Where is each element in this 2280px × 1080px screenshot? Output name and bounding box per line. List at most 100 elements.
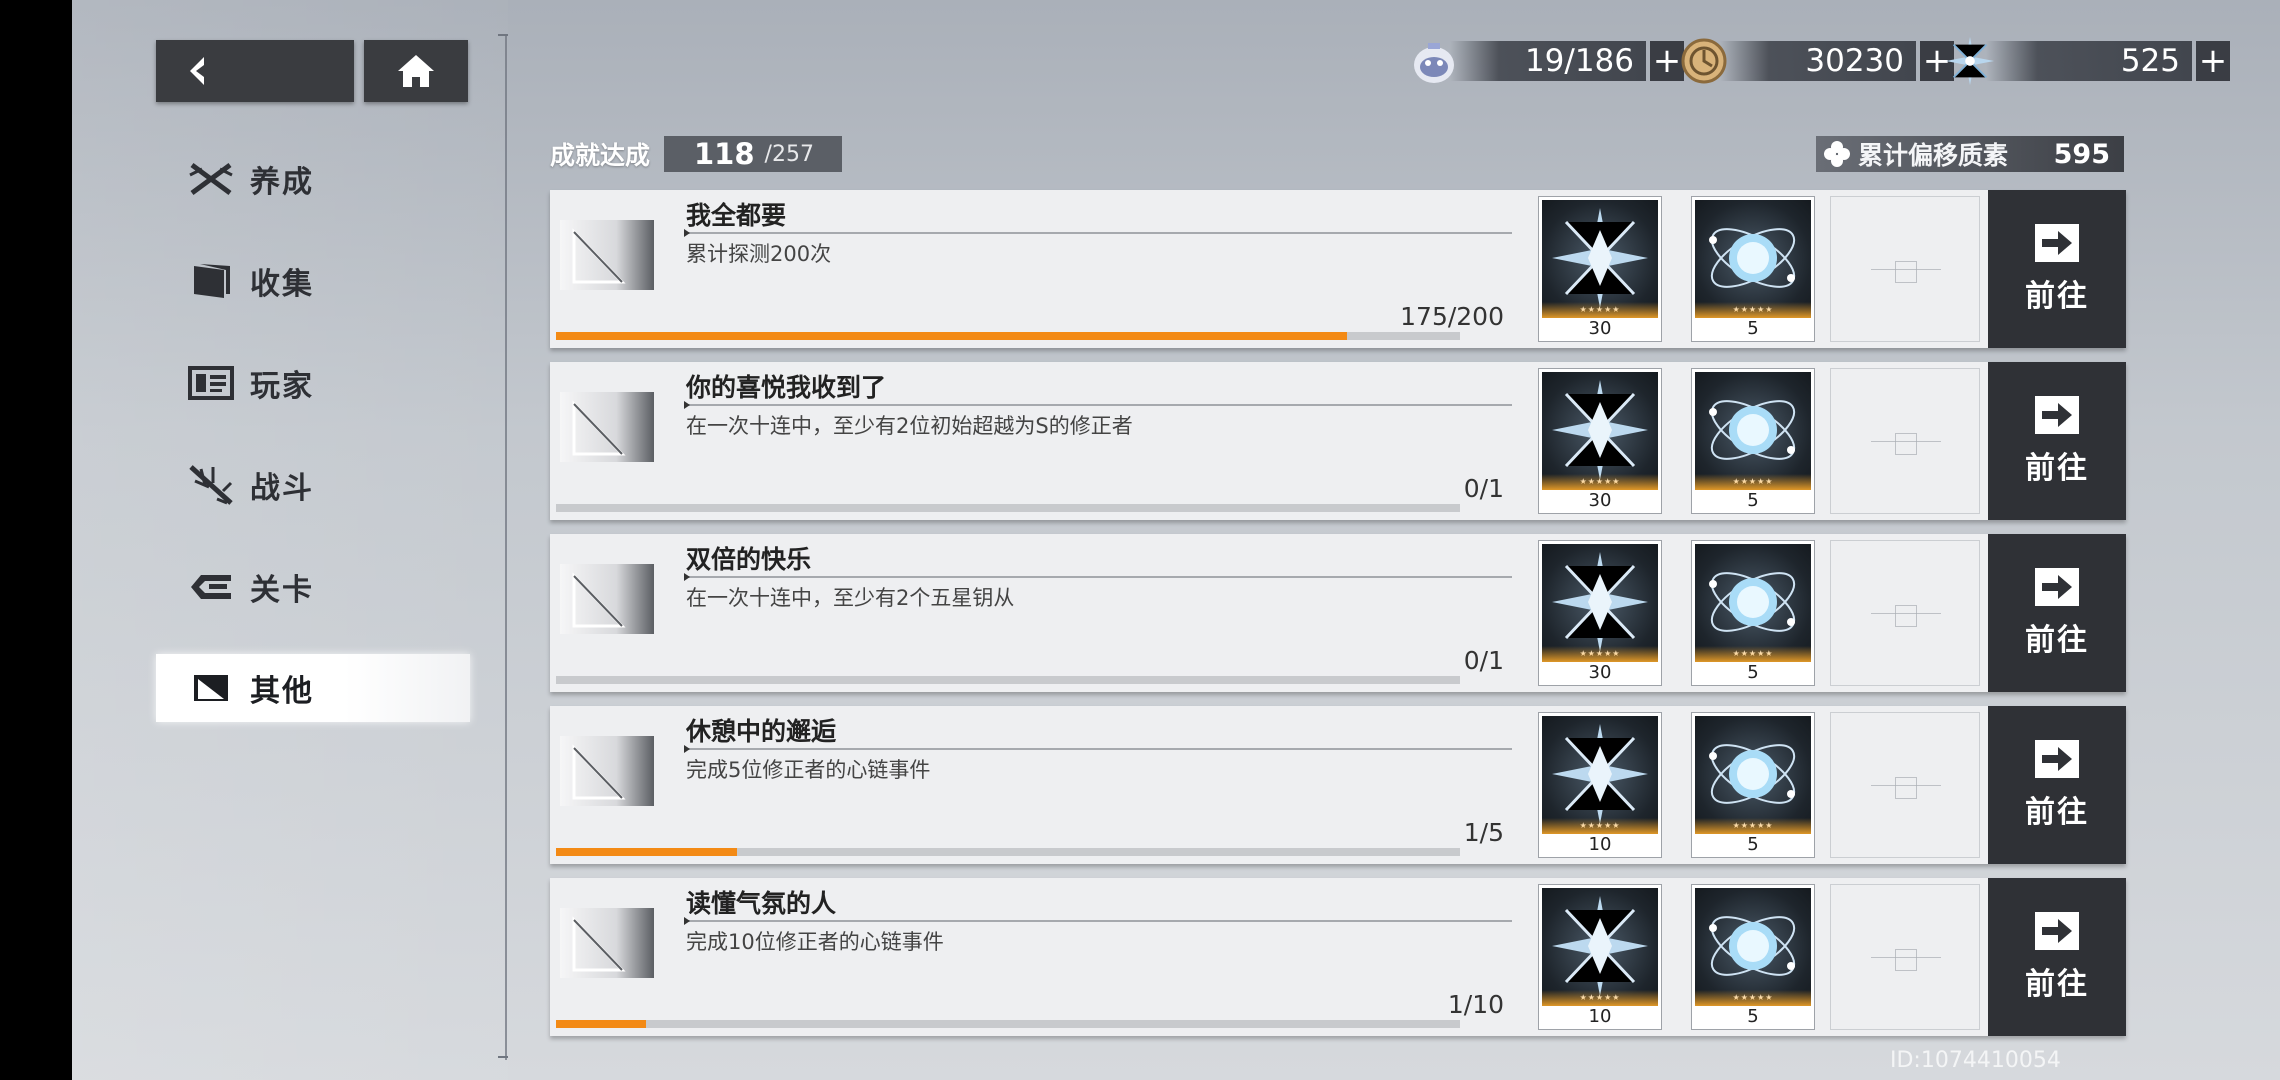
achievement-card: 休憩中的邂逅 完成5位修正者的心链事件 1/5 ★★★★★ 10 ★★★★★ 5…	[550, 706, 2126, 864]
resource-stamina: 19/186 +	[1408, 36, 1684, 86]
reward-quantity: 5	[1747, 662, 1759, 683]
achievement-thumbnail	[560, 392, 654, 462]
accumulated-value: 595	[2053, 138, 2110, 170]
reward-quantity: 5	[1747, 490, 1759, 511]
energy-orb-icon: ★★★★★	[1695, 716, 1811, 834]
reward-crystal[interactable]: ★★★★★ 10	[1538, 884, 1662, 1030]
crystal-shard-icon: ★★★★★	[1542, 200, 1658, 318]
reward-crystal[interactable]: ★★★★★ 30	[1538, 196, 1662, 342]
reward-quantity: 5	[1747, 834, 1759, 855]
crystal-shard-icon: ★★★★★	[1542, 888, 1658, 1006]
go-button[interactable]: 前往	[1988, 534, 2126, 692]
sidebar-item-other[interactable]: 其他	[156, 654, 470, 722]
achievement-counter: 118 /257	[664, 136, 842, 172]
go-label: 前往	[2025, 967, 2089, 1002]
back-arrow-icon	[190, 57, 204, 85]
sidebar-item-cultivate[interactable]: 养成	[156, 145, 470, 213]
reward-orb[interactable]: ★★★★★ 5	[1691, 540, 1815, 686]
arrow-right-icon	[2035, 912, 2079, 950]
progress-text: 1/10	[1447, 990, 1504, 1019]
go-button[interactable]: 前往	[1988, 362, 2126, 520]
reward-quantity: 10	[1588, 834, 1612, 855]
crystal-shard-icon: ★★★★★	[1542, 544, 1658, 662]
go-label: 前往	[2025, 795, 2089, 830]
reward-crystal[interactable]: ★★★★★ 10	[1538, 712, 1662, 858]
accumulated-panel: 累计偏移质素 595	[1816, 136, 2124, 172]
title-divider	[684, 401, 1512, 409]
player-id: ID:1074410054	[1890, 1048, 2061, 1073]
reward-slot-empty	[1830, 540, 1980, 686]
go-label: 前往	[2025, 623, 2089, 658]
progress-text: 1/5	[1463, 818, 1504, 847]
achievement-card: 双倍的快乐 在一次十连中，至少有2个五星钥从 0/1 ★★★★★ 30 ★★★★…	[550, 534, 2126, 692]
home-icon	[398, 55, 434, 87]
reward-crystal[interactable]: ★★★★★ 30	[1538, 368, 1662, 514]
reward-quantity: 30	[1588, 318, 1612, 339]
progress-bar	[556, 332, 1460, 340]
coin-icon	[1678, 35, 1730, 87]
sidebar-item-label: 养成	[250, 165, 314, 200]
misc-square-icon	[186, 668, 236, 708]
crystal-shard-icon: ★★★★★	[1542, 372, 1658, 490]
achievement-description: 在一次十连中，至少有2位初始超越为S的修正者	[686, 414, 1133, 438]
energy-orb-icon: ★★★★★	[1695, 372, 1811, 490]
reward-quantity: 30	[1588, 490, 1612, 511]
accumulated-label: 累计偏移质素	[1858, 141, 2009, 170]
reward-orb[interactable]: ★★★★★ 5	[1691, 196, 1815, 342]
crossed-swords-icon	[186, 159, 236, 199]
go-button[interactable]: 前往	[1988, 190, 2126, 348]
weapon-icon	[186, 465, 236, 505]
title-divider	[684, 917, 1512, 925]
progress-text: 0/1	[1463, 646, 1504, 675]
reward-orb[interactable]: ★★★★★ 5	[1691, 712, 1815, 858]
sidebar-item-stage[interactable]: 关卡	[156, 553, 470, 621]
divider-tick-bottom	[498, 1056, 508, 1058]
reward-slot-empty	[1830, 884, 1980, 1030]
achievement-count: 118	[694, 137, 755, 171]
add-crystal-button[interactable]: +	[2196, 41, 2230, 81]
title-divider	[684, 229, 1512, 237]
reward-crystal[interactable]: ★★★★★ 30	[1538, 540, 1662, 686]
title-divider	[684, 745, 1512, 753]
sidebar-item-label: 收集	[250, 267, 314, 302]
achievement-thumbnail	[560, 908, 654, 978]
back-button[interactable]	[156, 40, 354, 102]
achievement-title: 我全都要	[686, 201, 787, 230]
achievement-thumbnail	[560, 564, 654, 634]
achievement-title: 读懂气氛的人	[686, 889, 837, 918]
stamina-value: 19/186	[1524, 43, 1634, 79]
go-button[interactable]: 前往	[1988, 706, 2126, 864]
achievement-card: 读懂气氛的人 完成10位修正者的心链事件 1/10 ★★★★★ 10 ★★★★★…	[550, 878, 2126, 1036]
sidebar-item-battle[interactable]: 战斗	[156, 451, 470, 519]
crystal-value: 525	[2120, 43, 2180, 79]
achievement-description: 完成5位修正者的心链事件	[686, 758, 931, 782]
title-divider	[684, 573, 1512, 581]
go-button[interactable]: 前往	[1988, 878, 2126, 1036]
go-label: 前往	[2025, 451, 2089, 486]
reward-orb[interactable]: ★★★★★ 5	[1691, 368, 1815, 514]
reward-slot-empty	[1830, 196, 1980, 342]
arrow-right-icon	[2035, 568, 2079, 606]
coin-value: 30230	[1805, 43, 1904, 79]
progress-bar	[556, 848, 1460, 856]
sidebar-item-player[interactable]: 玩家	[156, 349, 470, 417]
resource-crystal: 525 +	[1944, 36, 2230, 86]
achievement-card: 我全都要 累计探测200次 175/200 ★★★★★ 30 ★★★★★ 5 前…	[550, 190, 2126, 348]
progress-text: 0/1	[1463, 474, 1504, 503]
progress-fill	[556, 1020, 647, 1028]
reward-orb[interactable]: ★★★★★ 5	[1691, 884, 1815, 1030]
progress-bar	[556, 1020, 1460, 1028]
divider-tick-top	[498, 34, 508, 36]
id-card-icon	[186, 363, 236, 403]
achievement-title: 双倍的快乐	[686, 545, 812, 574]
achievement-description: 累计探测200次	[686, 242, 832, 266]
achievement-total: /257	[764, 141, 814, 167]
home-button[interactable]	[364, 40, 468, 102]
achievement-thumbnail	[560, 220, 654, 290]
achievement-card: 你的喜悦我收到了 在一次十连中，至少有2位初始超越为S的修正者 0/1 ★★★★…	[550, 362, 2126, 520]
game-screen: 养成 收集 玩家 战斗 关卡 其他 19/186 + 30230 + 525 +…	[72, 0, 2280, 1080]
stage-flag-icon	[186, 567, 236, 607]
sidebar-item-label: 关卡	[250, 573, 314, 608]
resource-coin: 30230 +	[1678, 36, 1954, 86]
sidebar-item-collection[interactable]: 收集	[156, 247, 470, 315]
